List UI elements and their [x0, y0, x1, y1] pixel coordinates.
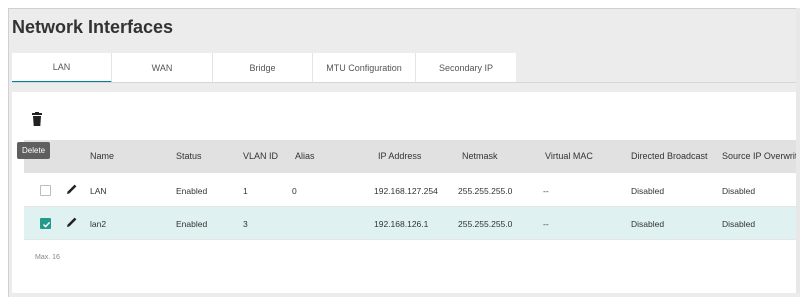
row-checkbox-checked[interactable]	[40, 218, 51, 229]
tab-mtu-configuration[interactable]: MTU Configuration	[313, 53, 416, 83]
col-directed-broadcast[interactable]: Directed Broadcast	[631, 151, 708, 161]
col-status[interactable]: Status	[176, 151, 202, 161]
tab-bridge[interactable]: Bridge	[213, 53, 313, 83]
bottom-edge	[12, 293, 800, 297]
cell-directed-broadcast: Disabled	[631, 219, 665, 229]
col-name[interactable]: Name	[90, 151, 114, 161]
cell-status: Enabled	[176, 186, 208, 196]
cell-status: Enabled	[176, 219, 208, 229]
checkmark-icon	[42, 221, 51, 228]
cell-directed-broadcast: Disabled	[631, 186, 665, 196]
col-source-ip-overwrite[interactable]: Source IP Overwrite	[722, 151, 800, 161]
table-row[interactable]: LAN Enabled 1 0 192.168.127.254 255.255.…	[24, 174, 800, 207]
table-row-selected[interactable]: lan2 Enabled 3 192.168.126.1 255.255.255…	[24, 207, 800, 240]
cell-netmask: 255.255.255.0	[458, 219, 513, 229]
tab-secondary-ip[interactable]: Secondary IP	[416, 53, 516, 83]
edit-pencil-icon[interactable]	[66, 216, 78, 228]
cell-ip-address: 192.168.127.254	[374, 186, 438, 196]
cell-ip-address: 192.168.126.1	[374, 219, 429, 229]
tab-divider	[12, 82, 800, 83]
cell-vlan-id: 1	[243, 186, 248, 196]
delete-tooltip: Delete	[17, 142, 51, 159]
tab-lan[interactable]: LAN	[12, 53, 112, 83]
col-virtual-mac[interactable]: Virtual MAC	[545, 151, 593, 161]
cell-name: LAN	[90, 186, 107, 196]
edit-pencil-icon[interactable]	[66, 183, 78, 195]
tab-wan[interactable]: WAN	[112, 53, 213, 83]
trash-icon[interactable]	[32, 112, 42, 126]
col-alias[interactable]: Alias	[295, 151, 315, 161]
col-netmask[interactable]: Netmask	[462, 151, 498, 161]
cell-source-ip-overwrite: Disabled	[722, 219, 756, 229]
row-checkbox[interactable]	[40, 185, 51, 196]
cell-alias: 0	[292, 186, 297, 196]
cell-source-ip-overwrite: Disabled	[722, 186, 756, 196]
max-entries-note: Max. 16	[35, 254, 60, 261]
interfaces-panel: Delete Name Status VLAN ID Alias IP Addr…	[12, 92, 800, 293]
page-title: Network Interfaces	[12, 17, 174, 37]
col-ip-address[interactable]: IP Address	[378, 151, 421, 161]
tab-bar: LAN WAN Bridge MTU Configuration Seconda…	[12, 53, 516, 83]
table-header: Name Status VLAN ID Alias IP Address Net…	[24, 140, 800, 173]
cell-netmask: 255.255.255.0	[458, 186, 513, 196]
right-edge	[796, 8, 800, 297]
cell-name: lan2	[90, 219, 107, 229]
col-vlan-id[interactable]: VLAN ID	[243, 151, 278, 161]
cell-virtual-mac: --	[543, 186, 549, 196]
cell-vlan-id: 3	[243, 219, 248, 229]
cell-virtual-mac: --	[543, 219, 549, 229]
